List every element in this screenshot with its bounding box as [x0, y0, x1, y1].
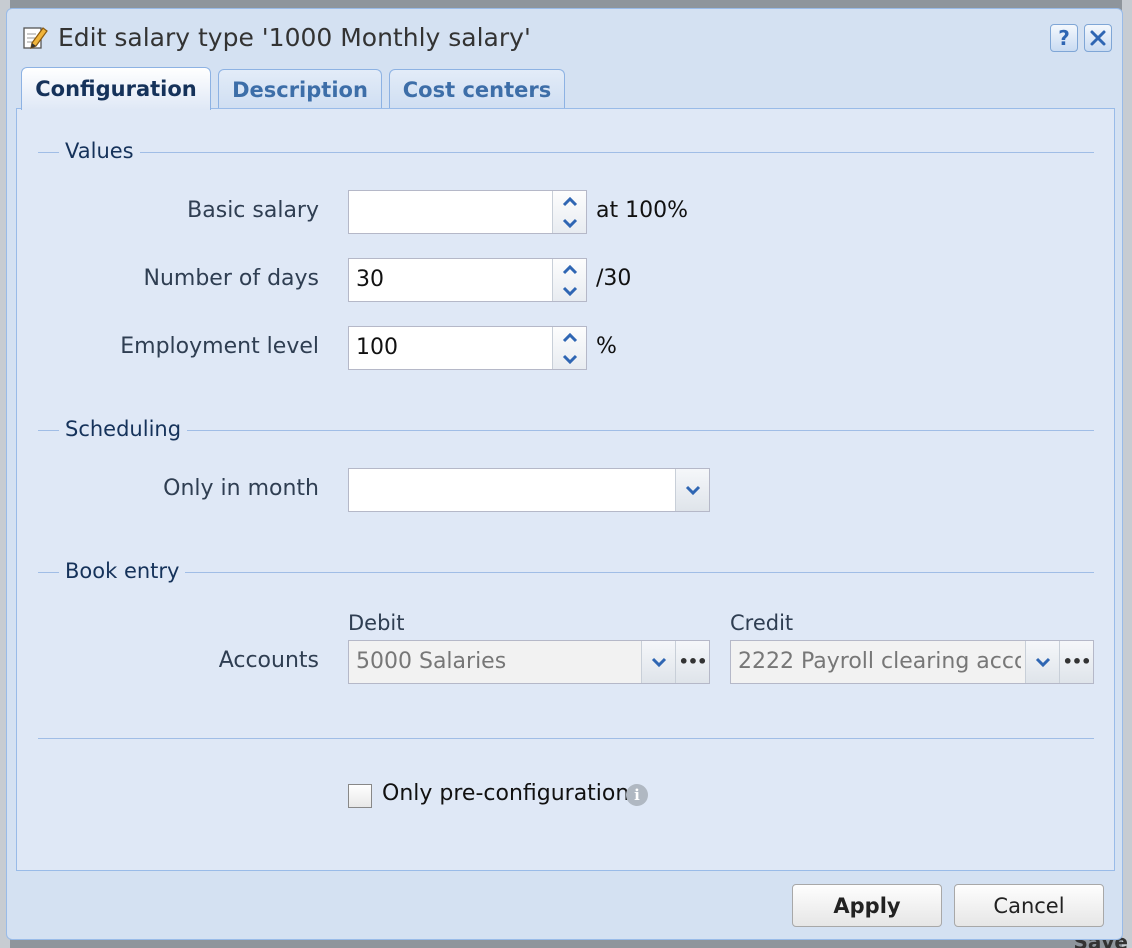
- debit-browse-button[interactable]: •••: [675, 641, 709, 683]
- spinner-up-icon[interactable]: [553, 259, 586, 280]
- credit-account-combo[interactable]: 2222 Payroll clearing account •••: [730, 640, 1094, 684]
- number-of-days-suffix: /30: [596, 266, 632, 291]
- apply-button[interactable]: Apply: [792, 884, 942, 927]
- help-icon: ?: [1058, 26, 1070, 50]
- scheduling-fieldset-line: [38, 430, 1094, 431]
- only-in-month-select[interactable]: [348, 468, 710, 512]
- tab-cost-centers[interactable]: Cost centers: [389, 69, 565, 109]
- dialog-titlebar[interactable]: Edit salary type '1000 Monthly salary' ?: [7, 9, 1122, 67]
- debit-label: Debit: [348, 611, 405, 635]
- spinner-up-icon[interactable]: [553, 191, 586, 212]
- number-of-days-spinner[interactable]: [552, 259, 586, 301]
- accounts-label: Accounts: [218, 648, 319, 673]
- number-of-days-label: Number of days: [143, 266, 320, 291]
- employment-level-value: 100: [356, 335, 398, 360]
- spinner-up-icon[interactable]: [553, 327, 586, 348]
- chevron-down-icon: [651, 657, 666, 668]
- scheduling-legend: Scheduling: [59, 417, 188, 441]
- credit-dropdown-trigger[interactable]: [1025, 641, 1059, 683]
- dialog-title: Edit salary type '1000 Monthly salary': [58, 23, 531, 52]
- employment-level-suffix: %: [596, 334, 617, 359]
- separator-line: [38, 738, 1094, 739]
- close-button[interactable]: [1084, 24, 1112, 52]
- ellipsis-icon: •••: [678, 652, 708, 671]
- configuration-panel: Values Basic salary at 100% Number of da…: [16, 108, 1115, 871]
- credit-account-value: 2222 Payroll clearing account: [738, 649, 1021, 674]
- only-pre-configuration-label[interactable]: Only pre-configuration: [382, 781, 629, 806]
- only-in-month-dropdown-trigger[interactable]: [675, 469, 709, 511]
- book-entry-legend: Book entry: [59, 559, 186, 583]
- debit-account-value: 5000 Salaries: [356, 649, 507, 674]
- basic-salary-spinner[interactable]: [552, 191, 586, 233]
- employment-level-label: Employment level: [120, 334, 319, 359]
- chevron-down-icon: [685, 485, 700, 496]
- basic-salary-suffix: at 100%: [596, 198, 688, 223]
- spinner-down-icon[interactable]: [553, 212, 586, 233]
- debit-dropdown-trigger[interactable]: [641, 641, 675, 683]
- close-icon: [1090, 30, 1106, 46]
- cancel-button[interactable]: Cancel: [954, 884, 1104, 927]
- tab-configuration[interactable]: Configuration: [21, 67, 211, 110]
- credit-browse-button[interactable]: •••: [1059, 641, 1093, 683]
- tab-description[interactable]: Description: [218, 69, 382, 109]
- number-of-days-value: 30: [356, 267, 384, 292]
- basic-salary-input[interactable]: [348, 190, 587, 234]
- number-of-days-input[interactable]: 30: [348, 258, 587, 302]
- chevron-down-icon: [1035, 657, 1050, 668]
- background-app-right: [1122, 0, 1132, 948]
- ellipsis-icon: •••: [1062, 652, 1092, 671]
- info-icon[interactable]: i: [626, 784, 648, 806]
- help-button[interactable]: ?: [1050, 24, 1078, 52]
- spinner-down-icon[interactable]: [553, 280, 586, 301]
- spinner-down-icon[interactable]: [553, 348, 586, 369]
- debit-account-combo[interactable]: 5000 Salaries •••: [348, 640, 710, 684]
- values-fieldset-line: [38, 152, 1094, 153]
- only-in-month-label: Only in month: [163, 476, 319, 501]
- employment-level-input[interactable]: 100: [348, 326, 587, 370]
- credit-label: Credit: [730, 611, 794, 635]
- employment-level-spinner[interactable]: [552, 327, 586, 369]
- edit-pencil-icon: [23, 27, 48, 49]
- edit-salary-type-dialog: Edit salary type '1000 Monthly salary' ?…: [6, 8, 1123, 940]
- only-pre-configuration-checkbox[interactable]: [348, 784, 372, 808]
- book-entry-fieldset-line: [38, 572, 1094, 573]
- basic-salary-label: Basic salary: [187, 198, 319, 223]
- values-legend: Values: [59, 139, 140, 163]
